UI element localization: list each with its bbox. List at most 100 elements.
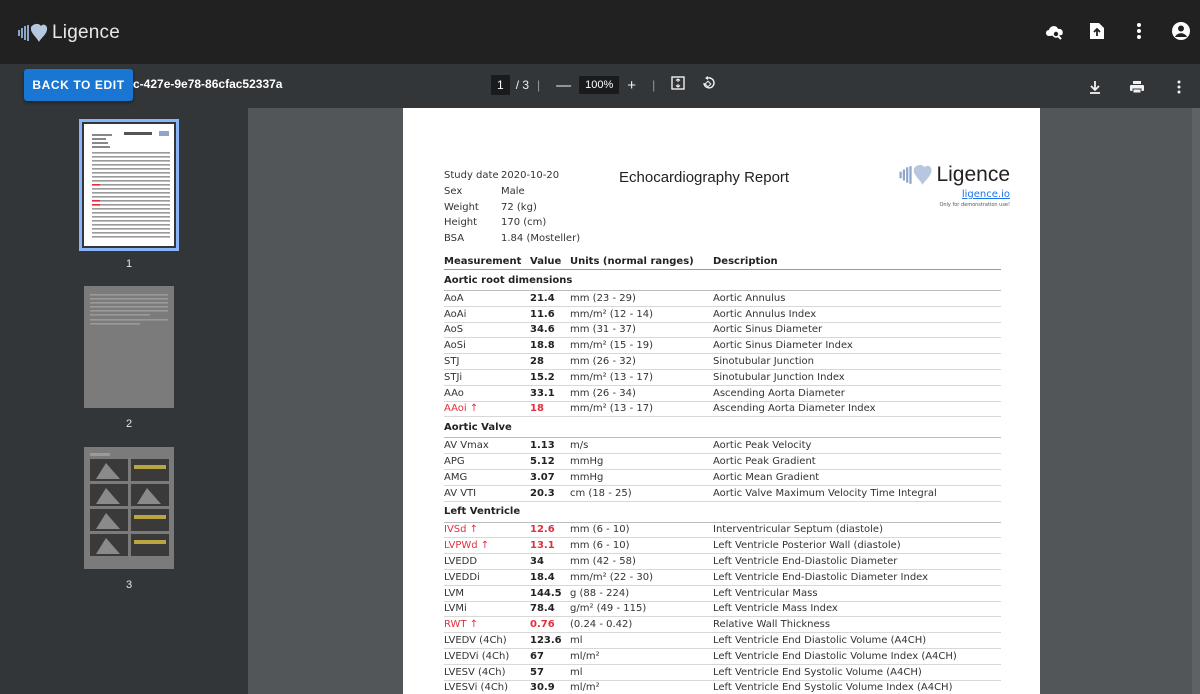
- description-cell: Sinotubular Junction: [713, 356, 815, 368]
- description-cell: Aortic Valve Maximum Velocity Time Integ…: [713, 487, 937, 499]
- measurement-cell: AAo: [444, 387, 464, 399]
- back-to-edit-button[interactable]: BACK TO EDIT: [24, 69, 133, 101]
- table-row: AoAi 11.6 mm/m² (12 - 14) Aortic Annulus In…: [444, 307, 1001, 323]
- measurement-cell: IVSd ↑: [444, 524, 479, 536]
- pdf-viewer[interactable]: Study date 2020-10-20 Sex Male Weight 72 (kg)…: [248, 108, 1200, 694]
- value-cell: 5.12: [530, 456, 555, 468]
- value-cell: 28: [530, 356, 544, 368]
- app-name: Ligence: [52, 22, 120, 43]
- value-cell: 21.4: [530, 292, 555, 304]
- page-number-input[interactable]: 1: [491, 75, 510, 95]
- table-row: AoA 21.4 mm (23 - 29) Aortic Annulus: [444, 291, 1001, 307]
- units-cell: m/s: [570, 440, 589, 452]
- app-header: Ligence: [0, 0, 1200, 64]
- rotate-icon[interactable]: [701, 75, 716, 95]
- units-cell: cm (18 - 25): [570, 487, 632, 499]
- report-logo: Ligence ligence.io Only for demonstratio…: [899, 163, 1010, 208]
- description-cell: Aortic Peak Velocity: [713, 440, 812, 452]
- table-section-heading: Left Ventricle: [444, 502, 1001, 523]
- cloud-search-icon[interactable]: [1044, 20, 1066, 42]
- thumbnail-page-1[interactable]: [79, 119, 179, 251]
- units-cell: mm/m² (22 - 30): [570, 571, 653, 583]
- patient-info-key: Sex: [444, 185, 463, 197]
- fit-page-icon[interactable]: [671, 76, 685, 94]
- measurement-cell: AAoi ↑: [444, 403, 479, 415]
- more-vert-icon[interactable]: [1168, 76, 1190, 98]
- thumbnail-label: 1: [125, 258, 133, 270]
- app-logo[interactable]: Ligence: [18, 22, 120, 44]
- units-cell: ml: [570, 666, 583, 678]
- value-cell: 20.3: [530, 487, 555, 499]
- thumbnail-page-3[interactable]: [84, 447, 174, 569]
- value-cell: 34: [530, 556, 544, 568]
- description-cell: Aortic Mean Gradient: [713, 471, 820, 483]
- viewer-scrollbar[interactable]: [1192, 108, 1200, 694]
- units-cell: g/m² (49 - 115): [570, 603, 647, 615]
- units-cell: mm (23 - 29): [570, 292, 636, 304]
- zoom-out-icon[interactable]: —: [556, 77, 571, 94]
- heart-logo-icon: [899, 164, 932, 185]
- table-row: LVPWd ↑ 13.1 mm (6 - 10) Left Ventricle Pos…: [444, 538, 1001, 555]
- more-vert-icon[interactable]: [1128, 20, 1150, 42]
- measurement-cell: LVESVi (4Ch): [444, 682, 509, 694]
- value-cell: 123.6: [530, 635, 562, 647]
- table-row: AoS 34.6 mm (31 - 37) Aortic Sinus Diameter: [444, 323, 1001, 339]
- value-cell: 11.6: [530, 308, 555, 320]
- description-cell: Left Ventricle End-Diastolic Diameter: [713, 556, 898, 568]
- pdf-page: Study date 2020-10-20 Sex Male Weight 72 (kg)…: [403, 108, 1040, 694]
- table-row: LVM 144.5 g (88 - 224) Left Ventricular Mas…: [444, 586, 1001, 602]
- table-row: LVEDDi 18.4 mm/m² (22 - 30) Left Ventricle …: [444, 570, 1001, 586]
- table-row: LVESVi (4Ch) 30.9 ml/m² Left Ventricle End …: [444, 681, 1001, 694]
- units-cell: mm/m² (15 - 19): [570, 340, 653, 352]
- patient-info-row: Weight 72 (kg): [444, 202, 580, 218]
- patient-info-value: 72 (kg): [501, 201, 537, 213]
- measurement-cell: LVM: [444, 587, 464, 599]
- measurements-table: Measurement Value Units (normal ranges) …: [444, 254, 1001, 694]
- zoom-in-icon[interactable]: +: [627, 77, 636, 94]
- description-cell: Left Ventricle Mass Index: [713, 603, 838, 615]
- description-cell: Aortic Sinus Diameter Index: [713, 340, 853, 352]
- units-cell: mmHg: [570, 456, 604, 468]
- file-upload-icon[interactable]: [1086, 20, 1108, 42]
- patient-info-key: BSA: [444, 233, 465, 245]
- measurement-cell: AV VTI: [444, 487, 477, 499]
- value-cell: 13.1: [530, 540, 555, 552]
- measurement-cell: AoS: [444, 324, 464, 336]
- thumbnail-label: 3: [125, 579, 133, 591]
- measurement-cell: RWT ↑: [444, 619, 479, 631]
- units-cell: mm/m² (12 - 14): [570, 308, 653, 320]
- description-cell: Aortic Sinus Diameter: [713, 324, 823, 336]
- measurement-cell: AV Vmax: [444, 440, 489, 452]
- account-icon[interactable]: [1170, 20, 1192, 42]
- measurement-cell: AMG: [444, 471, 468, 483]
- zoom-level-input[interactable]: 100%: [579, 76, 620, 94]
- print-icon[interactable]: [1126, 76, 1148, 98]
- units-cell: mm (42 - 58): [570, 556, 636, 568]
- ligence-link[interactable]: ligence.io: [899, 189, 1010, 200]
- value-cell: 33.1: [530, 387, 555, 399]
- report-brand: Ligence: [899, 163, 1010, 187]
- table-row: AAo 33.1 mm (26 - 34) Ascending Aorta Diame…: [444, 386, 1001, 402]
- app-root: Ligence BACK TO EDIT c-427e-9e78-86cfac5…: [0, 0, 1200, 694]
- table-row: LVEDV (4Ch) 123.6 ml Left Ventricle End Dia…: [444, 633, 1001, 649]
- description-cell: Ascending Aorta Diameter: [713, 387, 845, 399]
- thumbnail-preview: [92, 131, 170, 238]
- value-cell: 67: [530, 650, 544, 662]
- value-cell: 34.6: [530, 324, 555, 336]
- table-row: AV Vmax 1.13 m/s Aortic Peak Velocity: [444, 438, 1001, 455]
- thumbnail-label: 2: [125, 418, 133, 430]
- measurement-cell: LVEDV (4Ch): [444, 635, 507, 647]
- patient-info-value: 2020-10-20: [501, 170, 560, 181]
- toolbar-divider: |: [652, 78, 656, 92]
- report-brand-name: Ligence: [936, 163, 1010, 186]
- download-icon[interactable]: [1084, 76, 1106, 98]
- value-cell: 57: [530, 666, 544, 678]
- measurement-cell: APG: [444, 456, 465, 468]
- table-row: AV VTI 20.3 cm (18 - 25) Aortic Valve Maxim…: [444, 486, 1001, 502]
- thumbnail-page-2[interactable]: [84, 286, 174, 408]
- measurement-cell: AoAi: [444, 308, 467, 320]
- table-section-heading: Aortic Valve: [444, 417, 1001, 439]
- measurement-cell: LVESV (4Ch): [444, 666, 506, 678]
- header-actions: [1044, 20, 1192, 42]
- table-row: AMG 3.07 mmHg Aortic Mean Gradient: [444, 470, 1001, 486]
